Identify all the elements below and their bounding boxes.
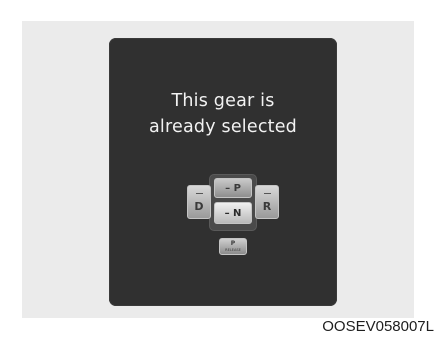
park-release-button: P RELEASE <box>219 238 247 255</box>
figure-code: OOSEV058007L <box>322 318 434 335</box>
reverse-button: R <box>255 185 279 219</box>
message-line-2: already selected <box>149 117 297 137</box>
neutral-button: – N <box>214 202 252 224</box>
park-label: P <box>230 240 236 247</box>
figure: This gear is already selected D R – P – … <box>0 0 438 341</box>
park-sublabel: RELEASE <box>225 248 241 252</box>
gear-warning-message: This gear is already selected <box>109 88 337 140</box>
drive-button: D <box>187 185 211 219</box>
cluster-display: This gear is already selected D R – P – … <box>109 38 337 306</box>
park-lever-position: – P <box>214 178 252 198</box>
gear-shifter-icon: D R – P – N P RELEASE <box>187 175 281 263</box>
message-line-1: This gear is <box>171 91 275 111</box>
